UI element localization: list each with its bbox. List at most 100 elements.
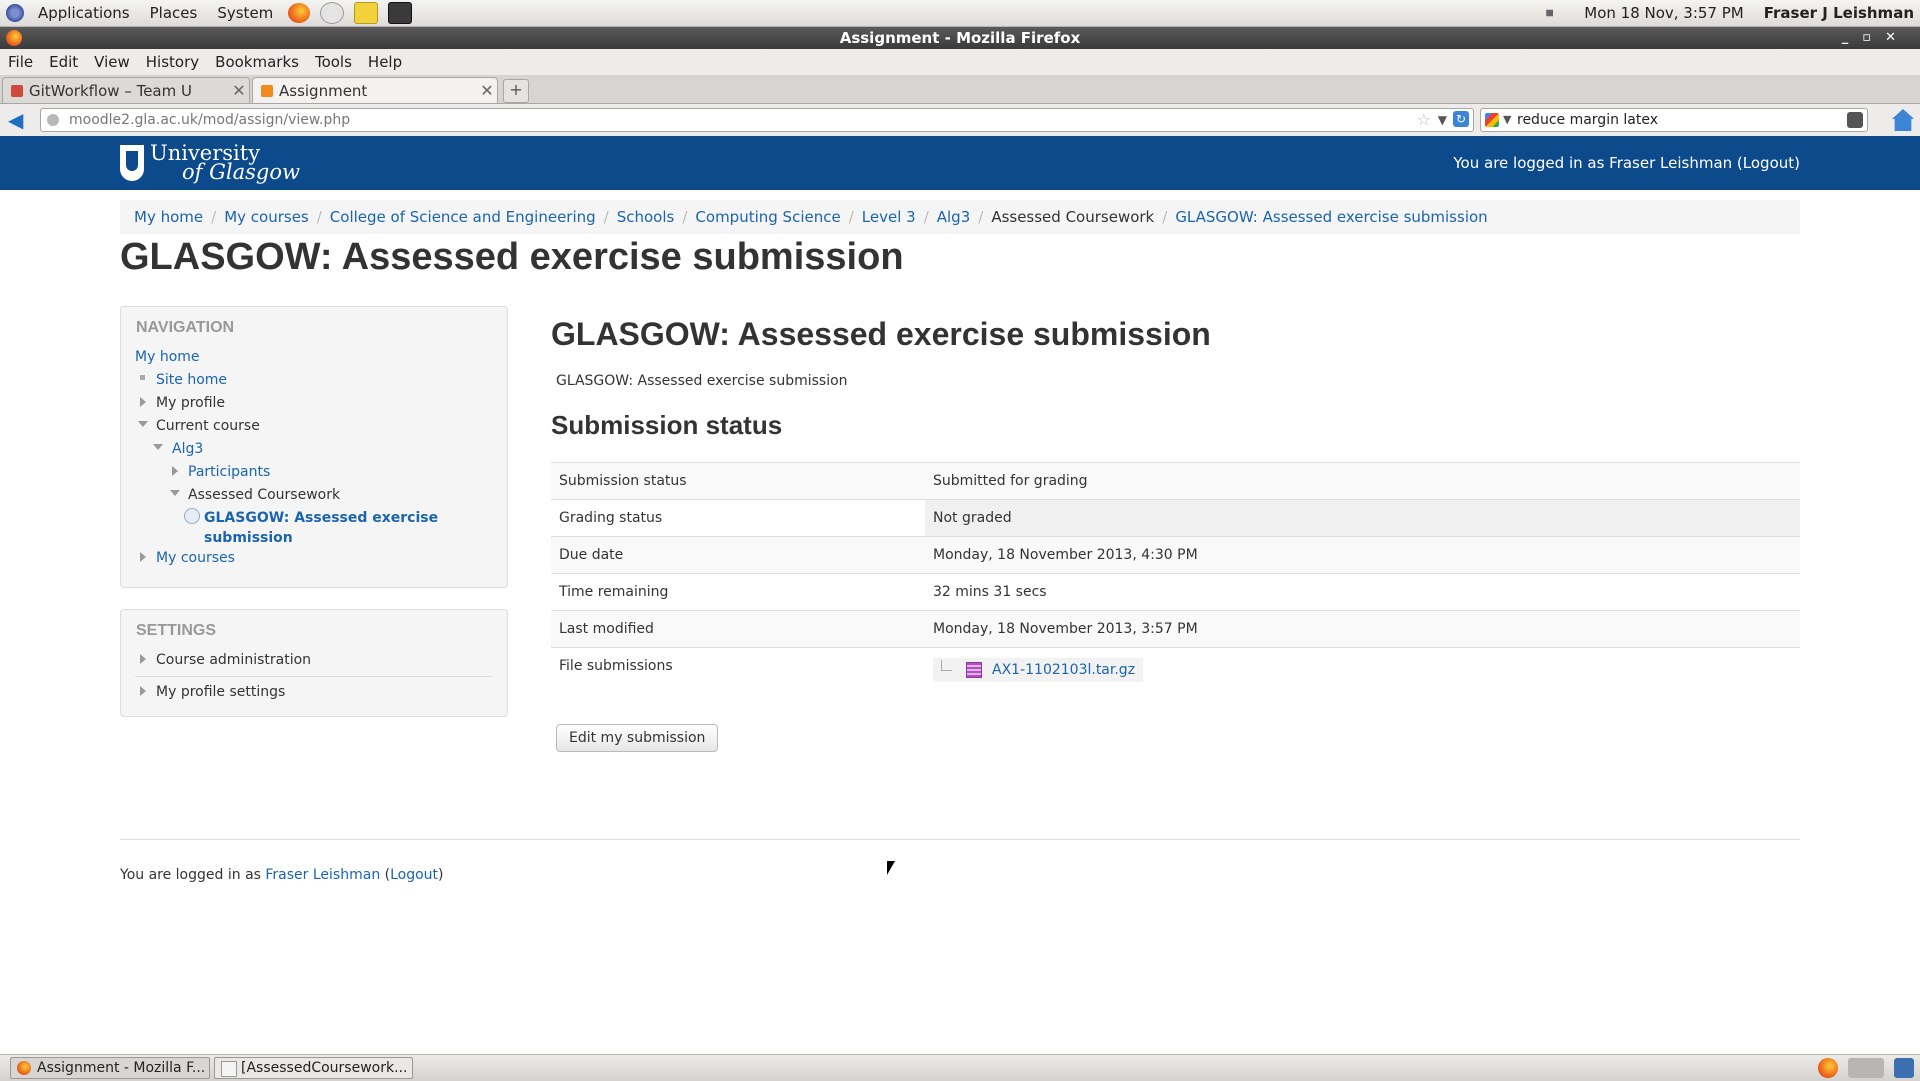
gnome-foot-icon[interactable] [6, 4, 24, 22]
menu-view[interactable]: View [86, 53, 138, 71]
breadcrumb-my-home[interactable]: My home [134, 208, 203, 226]
table-row: Time remaining 32 mins 31 secs [551, 573, 1800, 611]
edit-submission-button[interactable]: Edit my submission [556, 724, 719, 752]
nav-assignment-line2[interactable]: submission [204, 530, 293, 546]
user-menu[interactable]: Fraser J Leishman [1764, 4, 1914, 22]
footer-logout-link[interactable]: Logout [390, 867, 438, 883]
search-go-icon[interactable] [1847, 112, 1863, 128]
notes-launcher-icon[interactable] [354, 2, 379, 24]
expand-arrow-icon[interactable] [140, 397, 146, 407]
submission-status-table: Submission status Submitted for grading … [551, 462, 1800, 714]
menu-bookmarks[interactable]: Bookmarks [207, 53, 307, 71]
row-label: File submissions [551, 647, 925, 714]
breadcrumb-schools[interactable]: Schools [617, 208, 675, 226]
collapse-arrow-icon[interactable] [153, 444, 163, 450]
google-engine-icon[interactable] [1485, 113, 1499, 127]
firefox-icon [17, 1061, 31, 1075]
bookmark-star-icon[interactable]: ☆ [1417, 109, 1431, 131]
workspace-firefox-icon[interactable] [1818, 1058, 1838, 1078]
menu-file[interactable]: File [0, 53, 41, 71]
nav-assignment-line1[interactable]: GLASGOW: Assessed exercise [204, 510, 438, 526]
clock[interactable]: Mon 18 Nov, 3:57 PM [1584, 4, 1744, 22]
breadcrumb-alg3[interactable]: Alg3 [937, 208, 971, 226]
volume-icon[interactable] [1546, 5, 1559, 21]
row-value: Not graded [925, 499, 1800, 537]
header-login-info[interactable]: You are logged in as Fraser Leishman (Lo… [1453, 136, 1800, 190]
terminal-launcher-icon[interactable] [388, 2, 413, 24]
gnome-top-panel: Applications Places System Mon 18 Nov, 3… [0, 0, 1920, 27]
expand-arrow-icon[interactable] [140, 686, 146, 696]
url-dropdown-icon[interactable]: ▼ [1438, 109, 1447, 131]
taskbar-firefox-window[interactable]: Assignment - Mozilla F... [10, 1057, 210, 1079]
settings-course-administration[interactable]: Course administration [156, 652, 311, 668]
nav-current-course[interactable]: Current course [156, 418, 260, 434]
nav-assessed-coursework[interactable]: Assessed Coursework [188, 487, 340, 503]
navigation-block-title: NAVIGATION [136, 319, 235, 336]
system-menu[interactable]: System [207, 4, 283, 22]
navigation-toolbar: ◀ moodle2.gla.ac.uk/mod/assign/view.php … [0, 104, 1920, 136]
row-label: Grading status [551, 499, 925, 537]
new-tab-button[interactable]: + [503, 79, 529, 103]
firefox-launcher-icon[interactable] [288, 3, 311, 23]
settings-divider [135, 676, 493, 677]
site-header: University of Glasgow You are logged in … [0, 136, 1920, 190]
reload-icon[interactable]: ↻ [1453, 111, 1469, 127]
breadcrumb-level-3[interactable]: Level 3 [862, 208, 916, 226]
expand-arrow-icon[interactable] [140, 654, 146, 664]
nav-site-home[interactable]: Site home [156, 372, 227, 388]
trash-icon[interactable] [1894, 1058, 1914, 1078]
applications-menu[interactable]: Applications [28, 4, 140, 22]
breadcrumb-my-courses[interactable]: My courses [224, 208, 309, 226]
menu-edit[interactable]: Edit [41, 53, 86, 71]
collapse-arrow-icon[interactable] [138, 421, 148, 427]
back-arrow-icon[interactable]: ◀ [8, 110, 30, 130]
menu-help[interactable]: Help [360, 53, 410, 71]
close-tab-icon[interactable]: ✕ [229, 81, 249, 100]
search-input[interactable]: reduce margin latex [1517, 109, 1658, 131]
row-value: Monday, 18 November 2013, 3:57 PM [925, 610, 1800, 648]
url-text[interactable]: moodle2.gla.ac.uk/mod/assign/view.php [69, 109, 350, 131]
url-bar[interactable]: moodle2.gla.ac.uk/mod/assign/view.php ☆ … [40, 108, 1474, 132]
menu-tools[interactable]: Tools [307, 53, 360, 71]
university-logo[interactable]: University of Glasgow [120, 143, 300, 184]
taskbar-file-window[interactable]: [AssessedCoursework... [214, 1057, 413, 1079]
nav-alg3[interactable]: Alg3 [172, 441, 203, 457]
close-tab-icon[interactable]: ✕ [477, 81, 497, 100]
assignment-heading: GLASGOW: Assessed exercise submission [551, 316, 1211, 352]
workspace-switcher[interactable] [1848, 1058, 1884, 1078]
gnome-bottom-panel: Assignment - Mozilla F... [AssessedCours… [0, 1054, 1920, 1081]
breadcrumb-computing-science[interactable]: Computing Science [695, 208, 840, 226]
firefox-window-icon[interactable] [6, 30, 22, 46]
menu-history[interactable]: History [138, 53, 207, 71]
settings-my-profile[interactable]: My profile settings [156, 684, 285, 700]
engine-dropdown-icon[interactable]: ▼ [1503, 109, 1511, 131]
expand-arrow-icon[interactable] [140, 552, 146, 562]
submission-status-heading: Submission status [551, 410, 783, 440]
breadcrumb-college[interactable]: College of Science and Engineering [330, 208, 596, 226]
file-tree-item: AX1-1102103l.tar.gz [933, 658, 1144, 682]
row-value: Submitted for grading [925, 462, 1800, 500]
footer-user-link[interactable]: Fraser Leishman [265, 867, 380, 883]
logo-line-2: of Glasgow [182, 160, 300, 184]
nav-my-home[interactable]: My home [135, 349, 200, 365]
search-bar[interactable]: ▼ reduce margin latex [1480, 108, 1868, 132]
nav-participants[interactable]: Participants [188, 464, 270, 480]
tree-line [941, 659, 952, 671]
site-identity-icon[interactable] [47, 114, 59, 126]
collapse-arrow-icon[interactable] [170, 490, 180, 496]
nav-my-courses[interactable]: My courses [156, 550, 235, 566]
window-controls[interactable]: _▫✕ [1842, 27, 1910, 49]
breadcrumb-assignment[interactable]: GLASGOW: Assessed exercise submission [1175, 208, 1487, 226]
mail-launcher-icon[interactable] [320, 2, 345, 24]
expand-arrow-icon[interactable] [172, 466, 178, 476]
places-menu[interactable]: Places [140, 4, 208, 22]
tab-assignment[interactable]: Assignment ✕ [252, 77, 498, 103]
tab-gitworkflow[interactable]: GitWorkflow – Team U ✕ [2, 77, 250, 103]
footer-paren-close: ) [438, 867, 444, 883]
row-label: Due date [551, 536, 925, 574]
nav-my-profile[interactable]: My profile [156, 395, 225, 411]
home-icon[interactable] [1892, 109, 1914, 131]
navigation-block: NAVIGATION My home Site home My profile … [120, 306, 508, 588]
submitted-file-link[interactable]: AX1-1102103l.tar.gz [992, 662, 1135, 678]
window-title: Assignment - Mozilla Firefox [839, 29, 1081, 47]
